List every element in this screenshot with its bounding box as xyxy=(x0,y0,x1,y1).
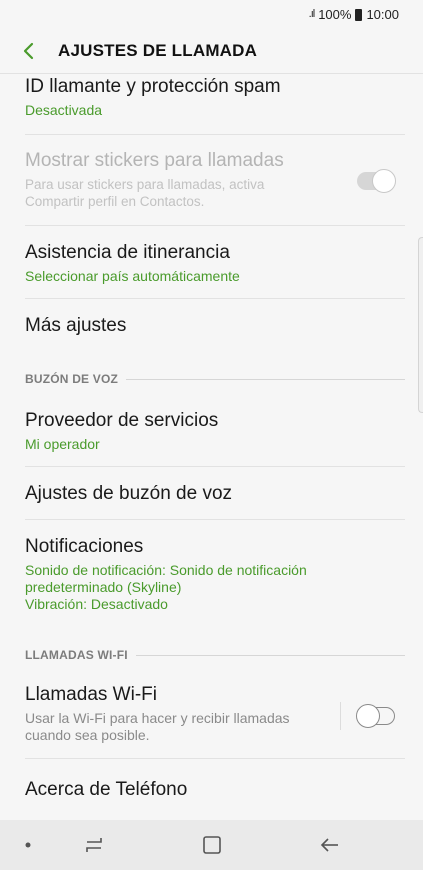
stickers-title: Mostrar stickers para llamadas xyxy=(25,150,284,171)
signal-icon: .ıl xyxy=(308,8,315,20)
section-line xyxy=(126,378,405,380)
roaming-item[interactable]: Asistencia de itinerancia Seleccionar pa… xyxy=(0,226,423,298)
edge-panel-handle[interactable] xyxy=(418,237,423,413)
wifi-calling-subtitle-line2: cuando sea posible. xyxy=(25,727,150,743)
notifications-item[interactable]: Notificaciones Sonido de notificación: S… xyxy=(0,520,423,624)
section-header-voicemail: BUZÓN DE VOZ xyxy=(25,371,405,387)
stickers-item[interactable]: Mostrar stickers para llamadas Para usar… xyxy=(0,135,423,225)
provider-subtitle: Mi operador xyxy=(25,436,100,452)
page-title: AJUSTES DE LLAMADA xyxy=(58,40,258,60)
stickers-subtitle-line1: Para usar stickers para llamadas, activa xyxy=(25,177,265,192)
clock: 10:00 xyxy=(366,6,399,22)
battery-percent: 100% xyxy=(318,6,352,22)
home-button[interactable] xyxy=(192,820,232,870)
notifications-subtitle-line1: Sonido de notificación: Sonido de notifi… xyxy=(25,562,307,578)
section-title: BUZÓN DE VOZ xyxy=(25,372,119,386)
dot-icon xyxy=(25,842,31,848)
nav-dot-button[interactable] xyxy=(18,820,38,870)
chevron-left-icon xyxy=(23,42,34,59)
status-bar: .ıl 100% 10:00 xyxy=(0,0,423,28)
roaming-subtitle: Seleccionar país automáticamente xyxy=(25,268,240,284)
stickers-toggle[interactable] xyxy=(357,169,396,193)
toggle-knob xyxy=(372,169,396,193)
nav-back-button[interactable] xyxy=(310,820,350,870)
notifications-subtitle-line3: Vibración: Desactivado xyxy=(25,596,168,612)
voicemail-settings-item[interactable]: Ajustes de buzón de voz xyxy=(0,467,423,519)
caller-id-subtitle: Desactivada xyxy=(25,102,103,118)
section-title: LLAMADAS WI-FI xyxy=(25,648,128,662)
roaming-title: Asistencia de itinerancia xyxy=(25,242,230,263)
vertical-separator xyxy=(340,702,341,730)
navigation-bar xyxy=(0,820,423,870)
more-settings-title: Más ajustes xyxy=(25,315,127,336)
toggle-knob xyxy=(356,703,380,728)
app-bar: AJUSTES DE LLAMADA xyxy=(0,28,423,74)
caller-id-item[interactable]: ID llamante y protección spam Desactivad… xyxy=(0,74,423,134)
notifications-title: Notificaciones xyxy=(25,536,144,557)
back-button[interactable] xyxy=(0,28,58,74)
about-phone-title: Acerca de Teléfono xyxy=(25,779,188,800)
provider-item[interactable]: Proveedor de servicios Mi operador xyxy=(0,394,423,466)
wifi-calling-subtitle-line1: Usar la Wi-Fi para hacer y recibir llama… xyxy=(25,710,290,726)
battery-icon xyxy=(355,9,363,21)
stickers-subtitle-line2: Compartir perfil en Contactos. xyxy=(25,194,205,209)
about-phone-item[interactable]: Acerca de Teléfono xyxy=(0,759,423,814)
settings-list: ID llamante y protección spam Desactivad… xyxy=(0,74,423,820)
recents-icon xyxy=(86,838,102,852)
provider-title: Proveedor de servicios xyxy=(25,410,219,431)
wifi-calling-title: Llamadas Wi-Fi xyxy=(25,684,157,705)
more-settings-item[interactable]: Más ajustes xyxy=(0,299,423,354)
notifications-subtitle-line2: predeterminado (Skyline) xyxy=(25,579,182,595)
wifi-calling-toggle[interactable] xyxy=(356,703,395,728)
home-icon xyxy=(203,836,221,854)
section-header-wifi: LLAMADAS WI-FI xyxy=(25,647,405,663)
caller-id-title: ID llamante y protección spam xyxy=(25,76,281,97)
wifi-calling-item[interactable]: Llamadas Wi-Fi Usar la Wi-Fi para hacer … xyxy=(0,670,423,758)
section-line xyxy=(135,654,405,656)
voicemail-settings-title: Ajustes de buzón de voz xyxy=(25,483,233,504)
arrow-left-icon xyxy=(320,838,338,852)
recents-button[interactable] xyxy=(74,820,114,870)
